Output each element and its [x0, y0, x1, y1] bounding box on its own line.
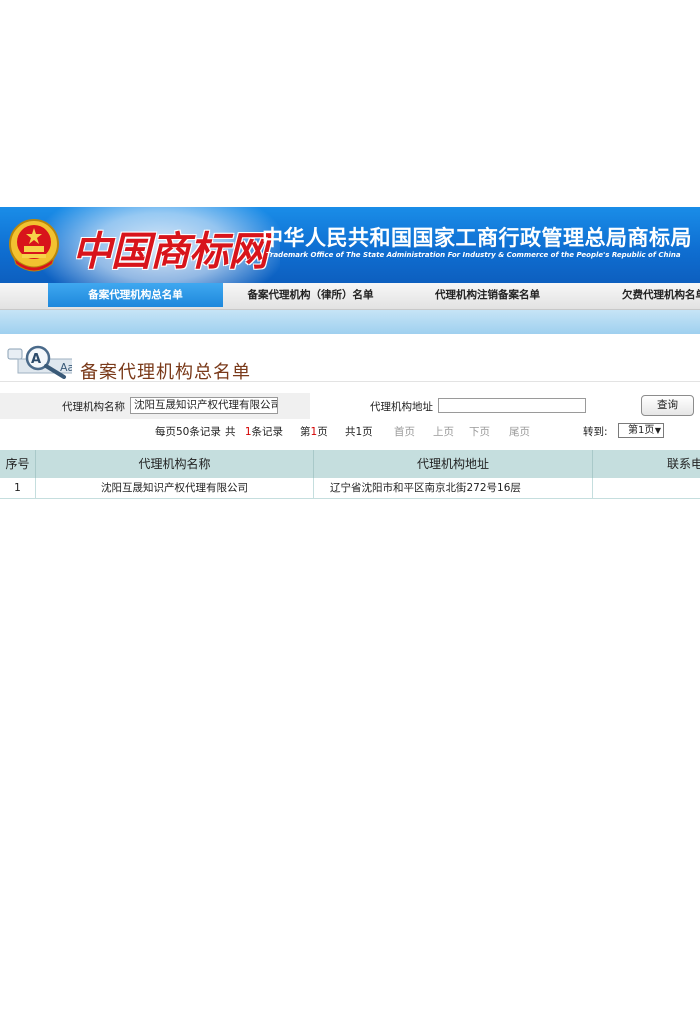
column-header-address: 代理机构地址 — [314, 450, 593, 478]
page-suffix: 页 — [317, 426, 328, 438]
table-cell-phone — [593, 478, 700, 499]
title-divider — [0, 381, 700, 382]
nav-item-law-firms[interactable]: 备案代理机构（律所）名单 — [228, 283, 393, 307]
sub-nav-bar — [0, 310, 700, 334]
nav-item-all-agencies[interactable]: 备案代理机构总名单 — [48, 283, 223, 307]
chevron-down-icon: ▼ — [654, 426, 661, 435]
national-emblem-icon — [9, 219, 59, 272]
agency-address-label: 代理机构地址 — [370, 401, 433, 413]
table-cell-address: 辽宁省沈阳市和平区南京北街272号16层 — [314, 478, 593, 499]
column-header-phone: 联系电话 — [593, 450, 700, 478]
last-page-link[interactable]: 尾页 — [509, 424, 530, 439]
agency-address-input[interactable] — [438, 398, 586, 413]
main-nav: 备案代理机构总名单 备案代理机构（律所）名单 代理机构注销备案名单 欠费代理机构… — [0, 283, 700, 310]
column-header-index: 序号 — [0, 450, 36, 478]
jump-label: 转到: — [583, 426, 608, 438]
column-header-name: 代理机构名称 — [36, 450, 314, 478]
agency-name-input[interactable]: 沈阳互晟知识产权代理有限公司 — [130, 397, 278, 414]
table-cell-index: 1 — [0, 478, 36, 499]
magnifier-icon: Aa A — [7, 345, 72, 379]
agency-name-label: 代理机构名称 — [62, 401, 125, 413]
nav-item-cancelled[interactable]: 代理机构注销备案名单 — [410, 283, 565, 307]
search-form: 代理机构名称 沈阳互晟知识产权代理有限公司 代理机构地址 — [0, 393, 700, 419]
per-page-text: 每页50条记录 — [155, 426, 221, 438]
table-cell-name[interactable]: 沈阳互晟知识产权代理有限公司 — [36, 478, 314, 499]
nav-item-arrears[interactable]: 欠费代理机构名单 — [600, 283, 700, 307]
page-prefix: 第 — [300, 426, 311, 438]
site-title-cn: 中华人民共和国国家工商行政管理总局商标局 — [262, 226, 692, 250]
next-page-link[interactable]: 下页 — [469, 424, 490, 439]
current-page-indicator: 第1页 — [300, 424, 328, 439]
svg-text:Aa: Aa — [60, 361, 72, 374]
total-pages: 共1页 — [345, 426, 373, 438]
svg-text:A: A — [31, 352, 41, 367]
prev-page-link[interactable]: 上页 — [433, 424, 454, 439]
total-records: 共 1条记录 — [225, 424, 283, 439]
site-logo-text[interactable]: 中国商标网 — [72, 219, 268, 277]
first-page-link[interactable]: 首页 — [394, 424, 415, 439]
total-suffix: 条记录 — [251, 426, 284, 438]
jump-page-select[interactable]: 第1页 ▼ — [618, 423, 664, 438]
site-banner: 中国商标网 中华人民共和国国家工商行政管理总局商标局 Trademark Off… — [0, 207, 700, 283]
site-title-en: Trademark Office of The State Administra… — [266, 251, 681, 259]
jump-selected: 第1页 — [628, 425, 655, 436]
query-button[interactable]: 查询 — [641, 395, 694, 416]
total-count: 1 — [244, 426, 252, 438]
total-prefix: 共 — [225, 426, 236, 438]
